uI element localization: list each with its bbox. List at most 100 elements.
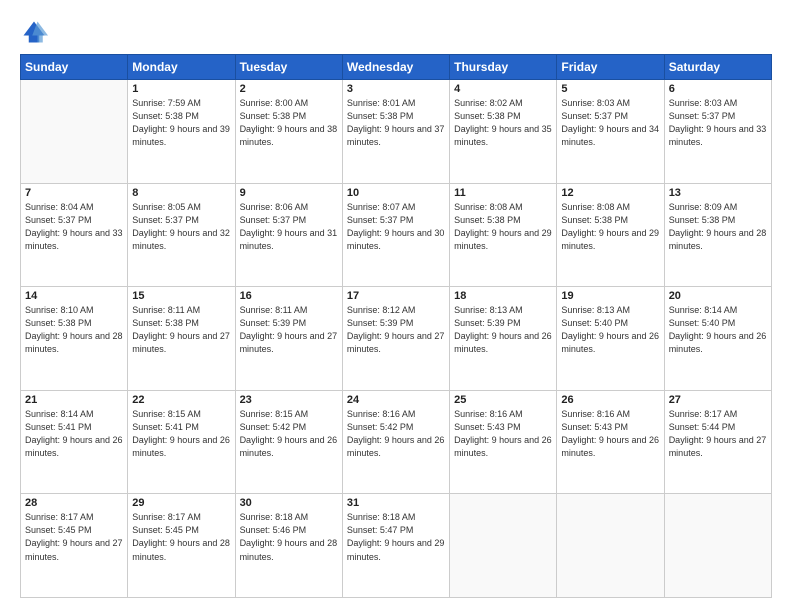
day-info: Sunrise: 8:15 AMSunset: 5:42 PMDaylight:… xyxy=(240,408,338,460)
col-saturday: Saturday xyxy=(664,55,771,80)
day-number: 17 xyxy=(347,290,445,302)
day-info: Sunrise: 8:07 AMSunset: 5:37 PMDaylight:… xyxy=(347,201,445,253)
col-sunday: Sunday xyxy=(21,55,128,80)
day-info: Sunrise: 8:12 AMSunset: 5:39 PMDaylight:… xyxy=(347,304,445,356)
calendar-cell xyxy=(664,494,771,598)
day-number: 13 xyxy=(669,187,767,199)
day-number: 12 xyxy=(561,187,659,199)
day-number: 25 xyxy=(454,394,552,406)
calendar-cell: 13 Sunrise: 8:09 AMSunset: 5:38 PMDayligh… xyxy=(664,183,771,287)
calendar-cell: 10Sunrise: 8:07 AMSunset: 5:37 PMDayligh… xyxy=(342,183,449,287)
day-info: Sunrise: 8:16 AMSunset: 5:42 PMDaylight:… xyxy=(347,408,445,460)
day-info: Sunrise: 8:13 AMSunset: 5:40 PMDaylight:… xyxy=(561,304,659,356)
day-info: Sunrise: 8:08 AMSunset: 5:38 PMDaylight:… xyxy=(454,201,552,253)
calendar-cell: 27 Sunrise: 8:17 AMSunset: 5:44 PMDayligh… xyxy=(664,390,771,494)
day-number: 21 xyxy=(25,394,123,406)
logo-icon xyxy=(20,18,48,46)
day-number: 1 xyxy=(132,83,230,95)
day-number: 23 xyxy=(240,394,338,406)
calendar-cell: 4 Sunrise: 8:02 AMSunset: 5:38 PMDaylight… xyxy=(450,80,557,184)
day-info: Sunrise: 8:15 AMSunset: 5:41 PMDaylight:… xyxy=(132,408,230,460)
day-number: 24 xyxy=(347,394,445,406)
day-info: Sunrise: 8:11 AMSunset: 5:38 PMDaylight:… xyxy=(132,304,230,356)
calendar-cell: 18 Sunrise: 8:13 AMSunset: 5:39 PMDayligh… xyxy=(450,287,557,391)
day-info: Sunrise: 8:00 AMSunset: 5:38 PMDaylight:… xyxy=(240,97,338,149)
calendar-cell: 23 Sunrise: 8:15 AMSunset: 5:42 PMDayligh… xyxy=(235,390,342,494)
day-number: 27 xyxy=(669,394,767,406)
day-info: Sunrise: 8:16 AMSunset: 5:43 PMDaylight:… xyxy=(454,408,552,460)
day-number: 2 xyxy=(240,83,338,95)
calendar-cell: 29 Sunrise: 8:17 AMSunset: 5:45 PMDayligh… xyxy=(128,494,235,598)
day-number: 5 xyxy=(561,83,659,95)
day-info: Sunrise: 8:01 AMSunset: 5:38 PMDaylight:… xyxy=(347,97,445,149)
day-info: Sunrise: 8:02 AMSunset: 5:38 PMDaylight:… xyxy=(454,97,552,149)
page: Sunday Monday Tuesday Wednesday Thursday… xyxy=(0,0,792,612)
day-number: 30 xyxy=(240,497,338,509)
calendar-cell: 22 Sunrise: 8:15 AMSunset: 5:41 PMDayligh… xyxy=(128,390,235,494)
day-number: 9 xyxy=(240,187,338,199)
day-info: Sunrise: 8:17 AMSunset: 5:44 PMDaylight:… xyxy=(669,408,767,460)
day-number: 28 xyxy=(25,497,123,509)
calendar-cell: 25 Sunrise: 8:16 AMSunset: 5:43 PMDayligh… xyxy=(450,390,557,494)
calendar-cell xyxy=(450,494,557,598)
col-friday: Friday xyxy=(557,55,664,80)
day-info: Sunrise: 8:04 AMSunset: 5:37 PMDaylight:… xyxy=(25,201,123,253)
col-monday: Monday xyxy=(128,55,235,80)
calendar-cell: 5 Sunrise: 8:03 AMSunset: 5:37 PMDaylight… xyxy=(557,80,664,184)
day-info: Sunrise: 8:13 AMSunset: 5:39 PMDaylight:… xyxy=(454,304,552,356)
day-info: Sunrise: 8:17 AMSunset: 5:45 PMDaylight:… xyxy=(25,511,123,563)
calendar-cell: 19 Sunrise: 8:13 AMSunset: 5:40 PMDayligh… xyxy=(557,287,664,391)
calendar-cell: 31 Sunrise: 8:18 AMSunset: 5:47 PMDayligh… xyxy=(342,494,449,598)
col-thursday: Thursday xyxy=(450,55,557,80)
day-number: 18 xyxy=(454,290,552,302)
day-info: Sunrise: 7:59 AMSunset: 5:38 PMDaylight:… xyxy=(132,97,230,149)
day-info: Sunrise: 8:17 AMSunset: 5:45 PMDaylight:… xyxy=(132,511,230,563)
calendar-header-row: Sunday Monday Tuesday Wednesday Thursday… xyxy=(21,55,772,80)
day-number: 20 xyxy=(669,290,767,302)
header xyxy=(20,18,772,46)
calendar-cell: 11 Sunrise: 8:08 AMSunset: 5:38 PMDayligh… xyxy=(450,183,557,287)
day-info: Sunrise: 8:09 AMSunset: 5:38 PMDaylight:… xyxy=(669,201,767,253)
calendar-cell: 3 Sunrise: 8:01 AMSunset: 5:38 PMDaylight… xyxy=(342,80,449,184)
day-info: Sunrise: 8:14 AMSunset: 5:41 PMDaylight:… xyxy=(25,408,123,460)
day-info: Sunrise: 8:03 AMSunset: 5:37 PMDaylight:… xyxy=(561,97,659,149)
day-info: Sunrise: 8:06 AMSunset: 5:37 PMDaylight:… xyxy=(240,201,338,253)
calendar-cell: 7 Sunrise: 8:04 AMSunset: 5:37 PMDaylight… xyxy=(21,183,128,287)
calendar-cell: 14 Sunrise: 8:10 AMSunset: 5:38 PMDayligh… xyxy=(21,287,128,391)
day-number: 22 xyxy=(132,394,230,406)
day-number: 19 xyxy=(561,290,659,302)
calendar-cell: 20Sunrise: 8:14 AMSunset: 5:40 PMDayligh… xyxy=(664,287,771,391)
day-info: Sunrise: 8:16 AMSunset: 5:43 PMDaylight:… xyxy=(561,408,659,460)
day-number: 14 xyxy=(25,290,123,302)
calendar-cell: 30Sunrise: 8:18 AMSunset: 5:46 PMDayligh… xyxy=(235,494,342,598)
day-info: Sunrise: 8:11 AMSunset: 5:39 PMDaylight:… xyxy=(240,304,338,356)
calendar-cell: 28 Sunrise: 8:17 AMSunset: 5:45 PMDayligh… xyxy=(21,494,128,598)
calendar-cell: 15 Sunrise: 8:11 AMSunset: 5:38 PMDayligh… xyxy=(128,287,235,391)
day-number: 7 xyxy=(25,187,123,199)
calendar-cell: 12 Sunrise: 8:08 AMSunset: 5:38 PMDayligh… xyxy=(557,183,664,287)
calendar-cell: 21 Sunrise: 8:14 AMSunset: 5:41 PMDayligh… xyxy=(21,390,128,494)
calendar-table: Sunday Monday Tuesday Wednesday Thursday… xyxy=(20,54,772,598)
day-info: Sunrise: 8:05 AMSunset: 5:37 PMDaylight:… xyxy=(132,201,230,253)
day-number: 31 xyxy=(347,497,445,509)
day-number: 8 xyxy=(132,187,230,199)
day-number: 15 xyxy=(132,290,230,302)
calendar-cell xyxy=(557,494,664,598)
calendar-cell: 17 Sunrise: 8:12 AMSunset: 5:39 PMDayligh… xyxy=(342,287,449,391)
calendar-cell: 1 Sunrise: 7:59 AMSunset: 5:38 PMDaylight… xyxy=(128,80,235,184)
calendar-cell: 24 Sunrise: 8:16 AMSunset: 5:42 PMDayligh… xyxy=(342,390,449,494)
day-number: 26 xyxy=(561,394,659,406)
day-number: 3 xyxy=(347,83,445,95)
calendar-cell: 6Sunrise: 8:03 AMSunset: 5:37 PMDaylight… xyxy=(664,80,771,184)
calendar-cell: 8 Sunrise: 8:05 AMSunset: 5:37 PMDaylight… xyxy=(128,183,235,287)
day-info: Sunrise: 8:08 AMSunset: 5:38 PMDaylight:… xyxy=(561,201,659,253)
calendar-cell: 9 Sunrise: 8:06 AMSunset: 5:37 PMDaylight… xyxy=(235,183,342,287)
day-number: 29 xyxy=(132,497,230,509)
day-info: Sunrise: 8:18 AMSunset: 5:47 PMDaylight:… xyxy=(347,511,445,563)
col-wednesday: Wednesday xyxy=(342,55,449,80)
calendar-cell: 26 Sunrise: 8:16 AMSunset: 5:43 PMDayligh… xyxy=(557,390,664,494)
day-info: Sunrise: 8:10 AMSunset: 5:38 PMDaylight:… xyxy=(25,304,123,356)
day-number: 11 xyxy=(454,187,552,199)
day-number: 16 xyxy=(240,290,338,302)
day-number: 4 xyxy=(454,83,552,95)
